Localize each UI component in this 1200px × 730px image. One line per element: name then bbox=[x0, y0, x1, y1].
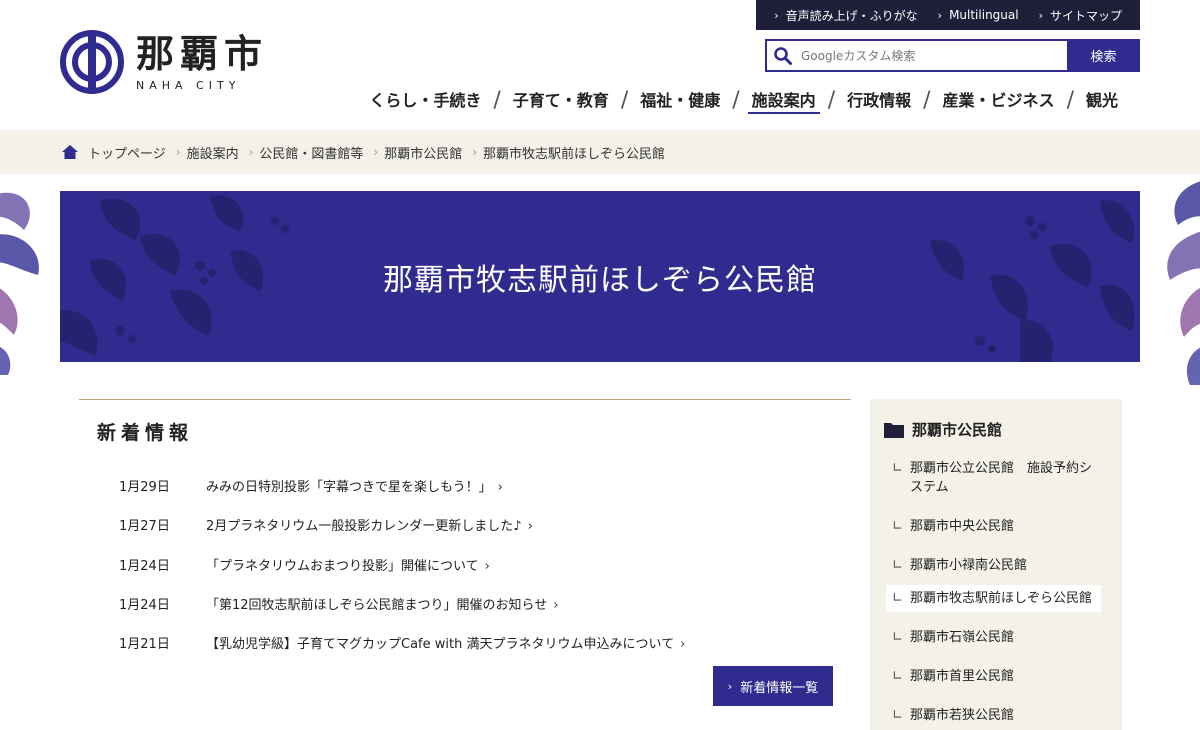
util-link-sitemap[interactable]: › サイトマップ bbox=[1029, 7, 1132, 24]
news-date: 1月27日 bbox=[119, 519, 170, 535]
news-link[interactable]: 「第12回牧志駅前ほしぞら公民館まつり」開催のお知らせ › bbox=[206, 594, 559, 613]
folder-icon bbox=[884, 422, 904, 438]
news-item: 1月24日 「第12回牧志駅前ほしぞら公民館まつり」開催のお知らせ › bbox=[119, 584, 839, 623]
search-input[interactable] bbox=[801, 48, 1051, 63]
logo-name-en: NAHA CITY bbox=[136, 78, 241, 92]
news-link[interactable]: 「プラネタリウムおまつり投影」開催について › bbox=[206, 555, 490, 574]
breadcrumb-item-facilities[interactable]: 施設案内 bbox=[187, 143, 239, 162]
news-date: 1月21日 bbox=[119, 637, 170, 653]
nav-item-facilities[interactable]: 施設案内 bbox=[747, 88, 820, 114]
sidebar: 那覇市公民館 ∟ 那覇市公立公民館 施設予約システム ∟ 那覇市中央公民館 ∟ 那覇市… bbox=[870, 399, 1122, 730]
breadcrumb-item-community-centers[interactable]: 那覇市公民館 bbox=[384, 143, 462, 162]
utility-bar: › 音声読み上げ・ふりがな › Multilingual › サイトマップ bbox=[756, 0, 1140, 30]
chevron-right-icon: › bbox=[484, 558, 490, 574]
sidebar-item-reservation[interactable]: ∟ 那覇市公立公民館 施設予約システム bbox=[892, 455, 1107, 501]
nav-separator: / bbox=[732, 88, 740, 113]
search-icon bbox=[774, 46, 792, 65]
site-search: 検索 bbox=[765, 39, 1140, 72]
nav-item-welfare[interactable]: 福祉・健康 bbox=[636, 88, 724, 114]
sidebar-heading[interactable]: 那覇市公民館 bbox=[884, 419, 1002, 440]
news-date: 1月24日 bbox=[119, 598, 170, 614]
util-link-read-aloud[interactable]: › 音声読み上げ・ふりがな bbox=[764, 7, 927, 24]
breadcrumb-separator: › bbox=[248, 145, 254, 159]
nav-item-administration[interactable]: 行政情報 bbox=[843, 88, 915, 114]
nav-separator: / bbox=[620, 88, 629, 113]
sidebar-item-wakasa[interactable]: ∟ 那覇市若狭公民館 bbox=[892, 702, 1107, 729]
sidebar-list: ∟ 那覇市公立公民館 施設予約システム ∟ 那覇市中央公民館 ∟ 那覇市小禄南公民館 … bbox=[886, 455, 1107, 729]
sidebar-item-makishi-current[interactable]: ∟ 那覇市牧志駅前ほしぞら公民館 bbox=[886, 585, 1101, 612]
logo-name-jp: 那覇市 bbox=[136, 31, 269, 76]
site-header: 那覇市 NAHA CITY › 音声読み上げ・ふりがな › Multilingual… bbox=[0, 0, 1200, 130]
page-title: 那覇市牧志駅前ほしぞら公民館 bbox=[383, 262, 817, 298]
flower-decoration-left bbox=[0, 192, 39, 375]
indent-marker-icon: ∟ bbox=[892, 591, 903, 606]
nav-separator: / bbox=[493, 88, 501, 113]
sidebar-item-ishimine[interactable]: ∟ 那覇市石嶺公民館 bbox=[892, 624, 1107, 651]
chevron-right-icon: › bbox=[937, 8, 943, 22]
indent-marker-icon: ∟ bbox=[892, 669, 903, 684]
indent-marker-icon: ∟ bbox=[892, 461, 903, 476]
chevron-right-icon: › bbox=[727, 679, 733, 693]
chevron-right-icon: › bbox=[553, 598, 559, 614]
nav-separator: / bbox=[923, 88, 931, 113]
flower-decoration-right bbox=[1167, 181, 1200, 385]
indent-marker-icon: ∟ bbox=[892, 558, 903, 573]
sidebar-item-shuri[interactable]: ∟ 那覇市首里公民館 bbox=[892, 663, 1107, 690]
chevron-right-icon: › bbox=[680, 637, 686, 653]
news-item: 1月24日 「プラネタリウムおまつり投影」開催について › bbox=[119, 545, 839, 584]
news-link[interactable]: 【乳幼児学級】子育てマグカップCafe with 満天プラネタリウム申込みについ… bbox=[206, 633, 685, 652]
page-banner: 那覇市牧志駅前ほしぞら公民館 bbox=[60, 191, 1140, 362]
news-heading: 新着情報 bbox=[97, 422, 194, 444]
chevron-right-icon: › bbox=[527, 519, 533, 535]
global-nav: くらし・手続き / 子育て・教育 / 福祉・健康 / 施設案内 / 行政情報 /… bbox=[365, 88, 1122, 114]
sidebar-item-chuo[interactable]: ∟ 那覇市中央公民館 bbox=[892, 513, 1107, 540]
util-link-multilingual[interactable]: › Multilingual bbox=[928, 8, 1029, 22]
sidebar-item-oroku-minami[interactable]: ∟ 那覇市小禄南公民館 bbox=[892, 552, 1107, 579]
news-link[interactable]: 2月プラネタリウム一般投影カレンダー更新しました♪ › bbox=[206, 515, 533, 534]
news-list-button[interactable]: › 新着情報一覧 bbox=[713, 666, 833, 706]
nav-item-living[interactable]: くらし・手続き bbox=[365, 88, 485, 114]
home-icon bbox=[62, 145, 78, 159]
chevron-right-icon: › bbox=[1038, 8, 1043, 22]
search-button[interactable]: 検索 bbox=[1067, 39, 1140, 72]
nav-separator: / bbox=[1066, 88, 1074, 113]
news-date: 1月29日 bbox=[119, 480, 170, 496]
nav-item-childcare[interactable]: 子育て・教育 bbox=[509, 88, 613, 114]
breadcrumb-item-current: 那覇市牧志駅前ほしぞら公民館 bbox=[483, 146, 666, 162]
news-list: 1月29日 みみの日特別投影「字幕つきで星を楽しもう！」 › 1月27日 2月プラ… bbox=[119, 466, 839, 662]
nav-separator: / bbox=[827, 88, 836, 113]
indent-marker-icon: ∟ bbox=[892, 519, 903, 534]
news-date: 1月24日 bbox=[119, 558, 170, 574]
news-item: 1月21日 【乳幼児学級】子育てマグカップCafe with 満天プラネタリウム… bbox=[119, 623, 839, 662]
breadcrumb-separator: › bbox=[472, 145, 478, 159]
site-logo[interactable]: 那覇市 NAHA CITY bbox=[60, 30, 268, 94]
breadcrumb-separator: › bbox=[175, 145, 181, 159]
chevron-right-icon: › bbox=[774, 8, 779, 22]
city-emblem-icon bbox=[60, 30, 124, 94]
breadcrumb-item-top[interactable]: トップページ bbox=[88, 143, 166, 162]
indent-marker-icon: ∟ bbox=[892, 630, 903, 645]
news-link[interactable]: みみの日特別投影「字幕つきで星を楽しもう！」 › bbox=[206, 476, 503, 495]
nav-item-tourism[interactable]: 観光 bbox=[1082, 88, 1122, 114]
breadcrumb-separator: › bbox=[373, 145, 379, 159]
news-item: 1月27日 2月プラネタリウム一般投影カレンダー更新しました♪ › bbox=[119, 505, 839, 544]
breadcrumb: トップページ › 施設案内 › 公民館・図書館等 › 那覇市公民館 › 那覇市牧… bbox=[0, 130, 1200, 174]
indent-marker-icon: ∟ bbox=[892, 708, 903, 723]
news-section: 新着情報 1月29日 みみの日特別投影「字幕つきで星を楽しもう！」 › 1月27日… bbox=[79, 399, 851, 730]
nav-item-business[interactable]: 産業・ビジネス bbox=[939, 88, 1059, 114]
news-item: 1月29日 みみの日特別投影「字幕つきで星を楽しもう！」 › bbox=[119, 466, 839, 505]
search-box bbox=[765, 39, 1067, 72]
breadcrumb-item-community-libraries[interactable]: 公民館・図書館等 bbox=[259, 143, 363, 162]
chevron-right-icon: › bbox=[497, 480, 503, 496]
